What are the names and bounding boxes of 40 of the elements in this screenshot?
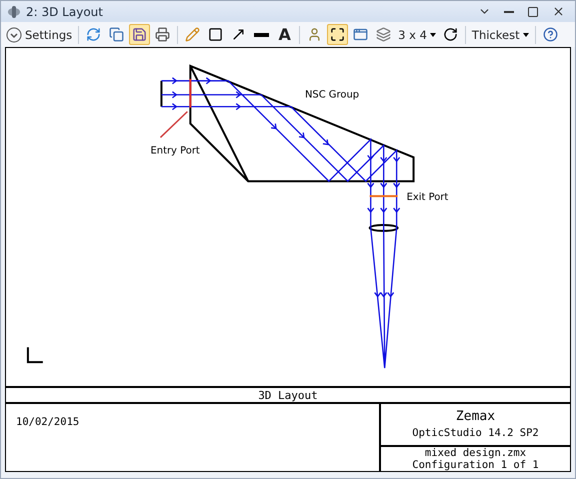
settings-button[interactable]: Settings xyxy=(4,24,74,46)
help-icon xyxy=(542,27,558,42)
company-text: Zemax xyxy=(456,410,496,422)
text-tool-button[interactable]: A xyxy=(274,24,296,46)
fit-icon xyxy=(330,27,346,42)
printer-icon xyxy=(155,27,170,42)
toolbar-button[interactable] xyxy=(129,24,150,46)
date-text: 10/02/2015 xyxy=(16,416,80,428)
save-icon xyxy=(132,27,148,42)
rotate-icon xyxy=(442,27,458,42)
product-text: OpticStudio 14.2 SP2 xyxy=(412,426,539,438)
pencil-icon xyxy=(185,27,200,42)
layout-label: NSC Group xyxy=(304,90,360,101)
toolbar-button[interactable] xyxy=(327,24,348,46)
chevron-icon xyxy=(6,26,22,43)
copy-icon xyxy=(109,27,124,42)
thickness-dropdown[interactable]: Thickest xyxy=(470,24,531,46)
maximize-icon xyxy=(527,6,539,18)
windows-icon xyxy=(353,27,368,42)
exit-port-line xyxy=(370,195,398,198)
entry-port-line xyxy=(189,78,192,108)
caret-icon xyxy=(522,32,529,37)
axis-icon xyxy=(26,347,43,364)
rectangle-icon xyxy=(208,27,224,42)
layout-label: Entry Port xyxy=(150,145,200,156)
app-icon xyxy=(7,4,21,19)
person-icon xyxy=(307,27,322,42)
grid-dropdown[interactable]: 3 x 4 xyxy=(396,24,438,46)
minimize-icon xyxy=(504,10,514,13)
plot-title: 3D Layout xyxy=(6,388,570,404)
file-name-text: mixed design.zmx xyxy=(424,447,526,459)
layout-label: Exit Port xyxy=(406,192,448,204)
refresh-icon xyxy=(86,27,102,42)
window-title: 2: 3D Layout xyxy=(26,4,104,19)
configuration-text: Configuration 1 of 1 xyxy=(412,459,539,471)
layers-icon xyxy=(376,27,392,42)
leader-line xyxy=(160,111,188,138)
arrow-icon xyxy=(231,27,246,42)
caret-icon xyxy=(430,32,436,37)
close-icon xyxy=(552,5,565,18)
